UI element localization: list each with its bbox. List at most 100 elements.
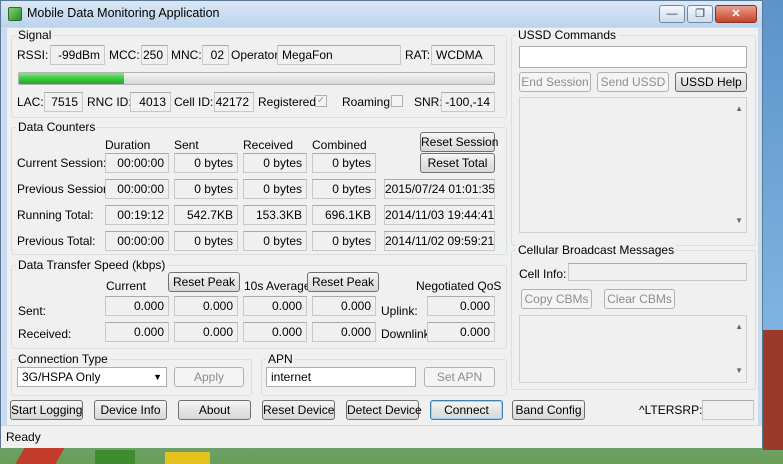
chevron-down-icon: ▼	[153, 372, 162, 382]
running-total-label: Running Total:	[17, 208, 94, 222]
operator-value: MegaFon	[277, 45, 401, 65]
running-total-sent: 542.7KB	[174, 205, 238, 225]
uplink-label: Uplink:	[381, 304, 418, 318]
title-bar[interactable]: Mobile Data Monitoring Application — ❐ ✕	[1, 1, 762, 27]
signal-group-label: Signal	[16, 28, 54, 42]
registered-checkbox[interactable]: ✓	[315, 95, 327, 107]
running-total-received: 153.3KB	[243, 205, 307, 225]
sent-average-peak: 0.000	[312, 296, 376, 316]
cbm-output-area[interactable]: ▲ ▼	[519, 315, 747, 383]
start-logging-button[interactable]: Start Logging	[10, 400, 83, 420]
detect-device-button[interactable]: Detect Device	[346, 400, 422, 420]
sent-average: 0.000	[243, 296, 307, 316]
reset-peak-average-button[interactable]: Reset Peak	[307, 272, 379, 292]
ussd-help-button[interactable]: USSD Help	[675, 72, 747, 92]
connection-type-value: 3G/HSPA Only	[22, 370, 101, 384]
previous-total-date: 2014/11/02 09:59:21	[384, 231, 495, 251]
received-current: 0.000	[105, 322, 169, 342]
minimize-button[interactable]: —	[659, 5, 685, 23]
running-total-combined: 696.1KB	[312, 205, 376, 225]
rssi-value: -99dBm	[50, 45, 105, 65]
previous-total-received: 0 bytes	[243, 231, 307, 251]
header-received: Received	[243, 138, 294, 152]
app-icon	[8, 7, 22, 21]
speed-current-label: Current	[106, 279, 147, 293]
registered-label: Registered:	[258, 95, 320, 109]
reset-peak-button[interactable]: Reset Peak	[168, 272, 240, 292]
previous-total-sent: 0 bytes	[174, 231, 238, 251]
app-window: Mobile Data Monitoring Application — ❐ ✕…	[0, 0, 763, 448]
reset-total-button[interactable]: Reset Total	[420, 153, 495, 173]
scroll-down-icon[interactable]: ▼	[735, 212, 743, 230]
set-apn-button[interactable]: Set APN	[424, 367, 495, 387]
mnc-label: MNC:	[171, 48, 202, 62]
ussd-label: USSD Commands	[516, 28, 619, 42]
end-session-button[interactable]: End Session	[519, 72, 591, 92]
previous-session-label: Previous Session:	[17, 182, 114, 196]
close-button[interactable]: ✕	[715, 5, 757, 23]
received-peak: 0.000	[174, 322, 238, 342]
band-config-button[interactable]: Band Config	[512, 400, 585, 420]
roaming-checkbox[interactable]	[391, 95, 403, 107]
downlink-label: Downlink:	[381, 327, 434, 341]
scroll-up-icon[interactable]: ▲	[735, 318, 743, 336]
connect-button[interactable]: Connect	[430, 400, 503, 420]
reset-session-button[interactable]: Reset Session	[420, 132, 498, 152]
about-button[interactable]: About	[178, 400, 251, 420]
maximize-button[interactable]: ❐	[687, 5, 713, 23]
current-session-label: Current Session:	[17, 156, 107, 170]
scroll-up-icon[interactable]: ▲	[735, 100, 743, 118]
operator-label: Operator:	[231, 48, 282, 62]
desktop-decoration	[165, 452, 210, 464]
sent-peak: 0.000	[174, 296, 238, 316]
mnc-value: 02	[202, 45, 229, 65]
previous-session-duration: 00:00:00	[105, 179, 169, 199]
cell-id-label: Cell ID:	[174, 95, 214, 109]
rssi-label: RSSI:	[17, 48, 49, 62]
downlink-value: 0.000	[427, 322, 495, 342]
negotiated-qos-label: Negotiated QoS	[416, 279, 502, 293]
desktop-decoration	[95, 450, 135, 464]
transfer-speed-label: Data Transfer Speed (kbps)	[16, 258, 168, 272]
clear-cbms-button[interactable]: Clear CBMs	[604, 289, 675, 309]
data-counters-label: Data Counters	[16, 120, 98, 134]
previous-session-received: 0 bytes	[243, 179, 307, 199]
previous-total-combined: 0 bytes	[312, 231, 376, 251]
rat-value: WCDMA	[431, 45, 495, 65]
scroll-down-icon[interactable]: ▼	[735, 362, 743, 380]
uplink-value: 0.000	[427, 296, 495, 316]
lac-value: 7515	[44, 92, 83, 112]
previous-total-duration: 00:00:00	[105, 231, 169, 251]
previous-total-label: Previous Total:	[17, 234, 96, 248]
apply-button[interactable]: Apply	[174, 367, 244, 387]
current-session-sent: 0 bytes	[174, 153, 238, 173]
ussd-input[interactable]	[519, 46, 747, 68]
copy-cbms-button[interactable]: Copy CBMs	[521, 289, 592, 309]
rnc-label: RNC ID:	[87, 95, 132, 109]
snr-label: SNR:	[414, 95, 443, 109]
ussd-output-area[interactable]: ▲ ▼	[519, 97, 747, 233]
running-total-duration: 00:19:12	[105, 205, 169, 225]
apn-input[interactable]: internet	[266, 367, 416, 387]
snr-value: -100,-14	[441, 92, 495, 112]
received-average-peak: 0.000	[312, 322, 376, 342]
cell-id-value: 42172	[214, 92, 254, 112]
running-total-date: 2014/11/03 19:44:41	[384, 205, 495, 225]
cell-info-label: Cell Info:	[519, 267, 567, 281]
roaming-label: Roaming:	[342, 95, 394, 109]
send-ussd-button[interactable]: Send USSD	[597, 72, 669, 92]
header-sent: Sent	[174, 138, 199, 152]
window-title: Mobile Data Monitoring Application	[27, 6, 220, 20]
received-average: 0.000	[243, 322, 307, 342]
reset-device-button[interactable]: Reset Device	[262, 400, 335, 420]
client-area: Signal RSSI: -99dBm MCC: 250 MNC: 02 Ope…	[7, 28, 758, 425]
connection-type-select[interactable]: 3G/HSPA Only ▼	[17, 367, 167, 387]
device-info-button[interactable]: Device Info	[94, 400, 167, 420]
speed-sent-label: Sent:	[18, 304, 47, 318]
rnc-value: 4013	[130, 92, 171, 112]
connection-type-label: Connection Type	[16, 352, 110, 366]
previous-session-combined: 0 bytes	[312, 179, 376, 199]
previous-session-sent: 0 bytes	[174, 179, 238, 199]
status-text: Ready	[6, 430, 41, 444]
lterssp-label: ^LTERSRP:	[639, 403, 703, 417]
